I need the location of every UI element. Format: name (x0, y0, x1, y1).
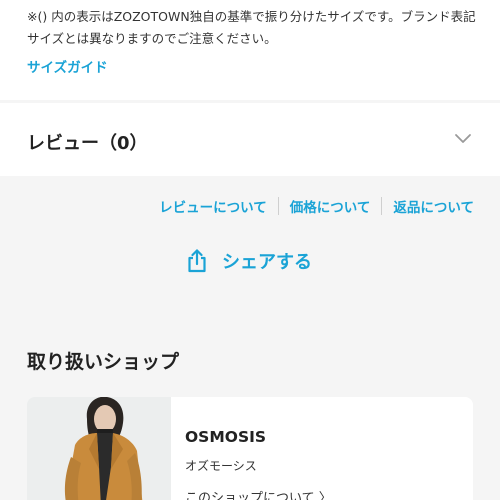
shop-name: OSMOSIS (185, 428, 267, 446)
chevron-down-icon[interactable] (454, 130, 472, 148)
return-info-link[interactable]: 返品について (393, 196, 474, 216)
model-photo (27, 397, 171, 500)
shop-image[interactable] (27, 397, 171, 500)
share-icon (188, 249, 206, 273)
shop-name-kana: オズモーシス (185, 459, 257, 473)
review-title: レビュー（0） (27, 133, 148, 154)
review-accordion[interactable]: レビュー（0） (0, 103, 500, 176)
divider (277, 197, 279, 215)
shop-about-link[interactable]: このショップについて 〉 (185, 487, 332, 500)
price-info-link[interactable]: 価格について (290, 196, 371, 216)
size-info-section: ※() 内の表示はZOZOTOWN独自の基準で振り分けたサイズです。ブランド表記… (0, 0, 500, 100)
size-guide-link[interactable]: サイズガイド (27, 56, 108, 76)
info-links: レビューについて 価格について 返品について (159, 196, 474, 216)
share-button[interactable]: シェアする (184, 246, 312, 276)
shop-section-heading: 取り扱いショップ (27, 351, 180, 373)
review-info-link[interactable]: レビューについて (159, 196, 267, 216)
share-label: シェアする (222, 252, 312, 273)
divider (381, 197, 383, 215)
shop-card[interactable]: OSMOSIS オズモーシス このショップについて 〉 (27, 397, 473, 500)
size-note: ※() 内の表示はZOZOTOWN独自の基準で振り分けたサイズです。ブランド表記… (27, 9, 476, 46)
